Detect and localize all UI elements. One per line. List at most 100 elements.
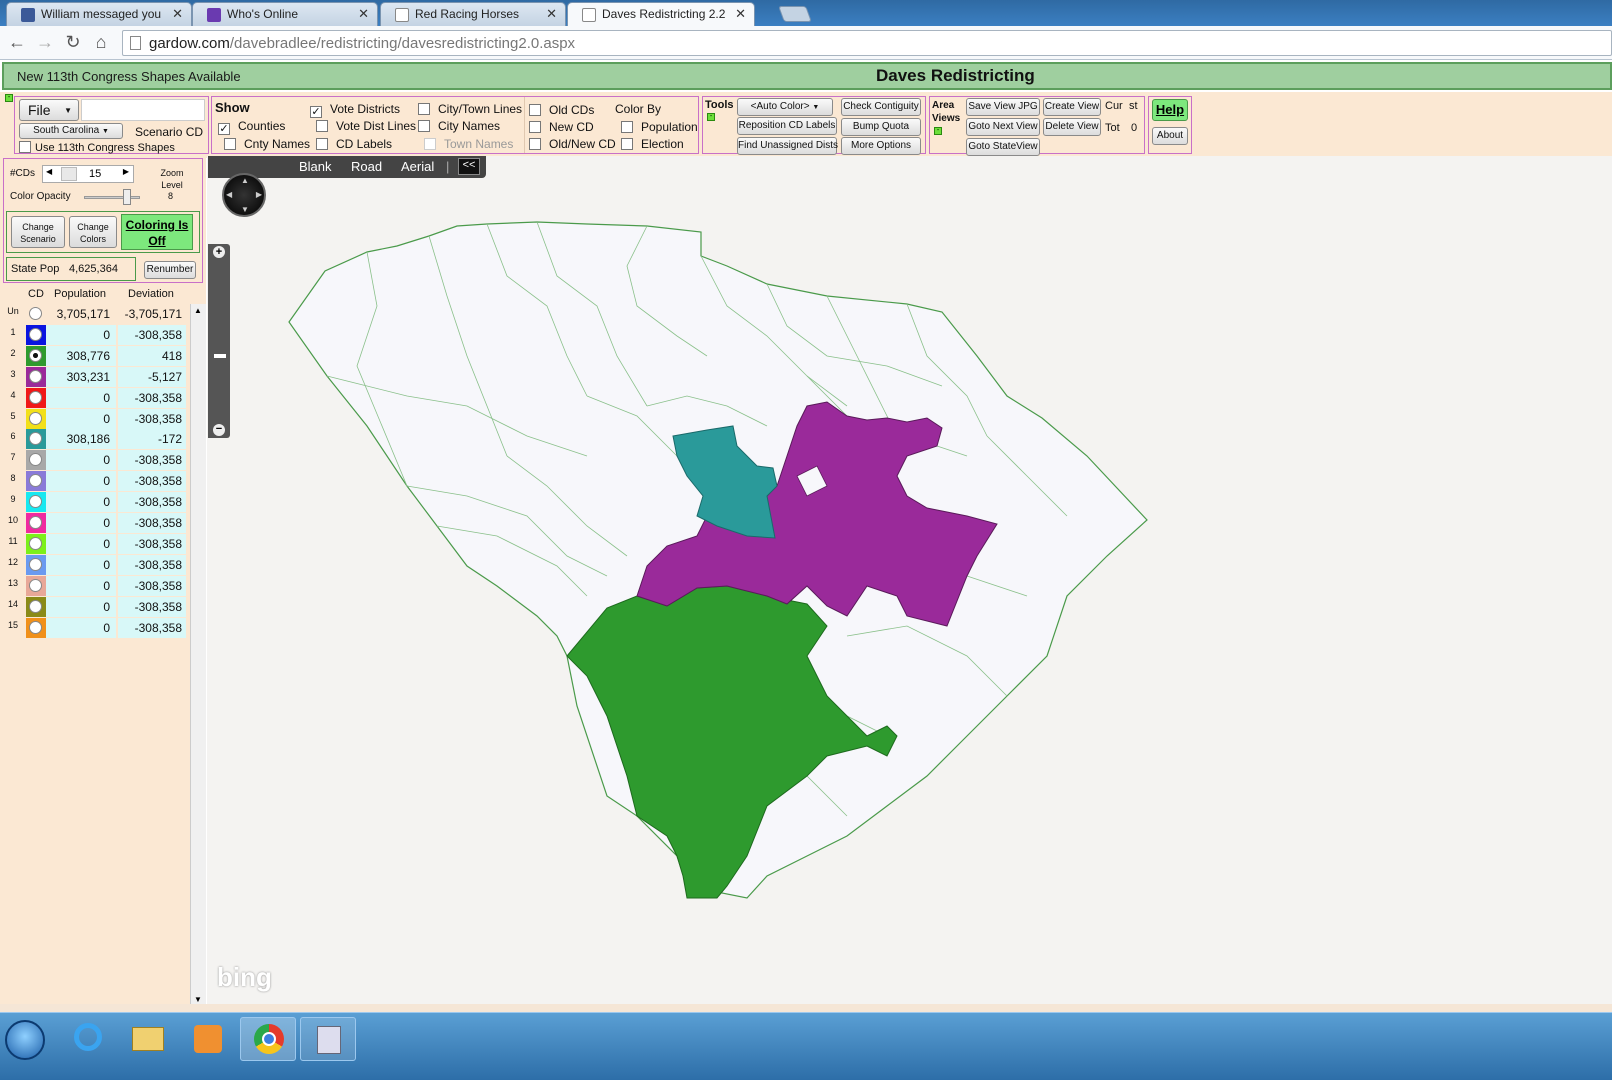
district-row[interactable]: Un 3,705,171 -3,705,171 [0,304,188,325]
media-player-icon[interactable] [180,1017,236,1061]
district-row[interactable]: 8 0 -308,358 [0,471,188,492]
table-scrollbar[interactable]: ▲ ▼ [190,304,206,1006]
pan-up-icon[interactable]: ▲ [241,176,249,185]
file-name-field[interactable] [81,99,205,121]
auto-color-select[interactable]: <Auto Color> ▼ [737,98,833,116]
district-color-swatch[interactable] [26,324,46,345]
file-explorer-icon[interactable] [120,1017,176,1061]
help-button[interactable]: Help [1152,99,1188,121]
file-menu-button[interactable]: File ▼ [19,99,79,121]
district-color-swatch[interactable] [26,304,46,324]
district-color-swatch[interactable] [26,408,46,429]
district-radio[interactable] [29,620,42,634]
district-color-swatch[interactable] [26,492,46,513]
save-view-jpg-button[interactable]: Save View JPG [966,98,1040,116]
district-radio[interactable] [29,578,42,592]
scroll-up-icon[interactable]: ▲ [194,306,202,315]
coloring-toggle[interactable]: Coloring Is Off [121,214,193,250]
start-button[interactable] [5,1020,45,1060]
district-color-swatch[interactable] [26,429,46,450]
election-checkbox[interactable]: Election [621,137,684,151]
decrement-arrow-icon[interactable]: ◀ [46,167,52,176]
district-row[interactable]: 13 0 -308,358 [0,575,188,597]
vote-districts-checkbox[interactable]: ✓ Vote Districts [310,102,400,118]
close-tab-icon[interactable]: ✕ [172,6,183,22]
chrome-icon[interactable] [240,1017,296,1061]
district-radio[interactable] [29,495,42,509]
scroll-down-icon[interactable]: ▼ [194,995,202,1004]
city-names-checkbox[interactable]: City Names [418,119,500,133]
district-row[interactable]: 1 0 -308,358 [0,324,188,346]
goto-next-view-button[interactable]: Goto Next View [966,118,1040,136]
increment-arrow-icon[interactable]: ▶ [123,167,129,176]
map-type-road[interactable]: Road [351,159,382,174]
forward-arrow-icon[interactable]: → [34,32,56,53]
district-row[interactable]: 7 0 -308,358 [0,450,188,471]
old-new-cd-checkbox[interactable]: Old/New CD [529,137,616,151]
tab-red-racing-horses[interactable]: Red Racing Horses ✕ [380,2,566,26]
district-row[interactable]: 3 303,231 -5,127 [0,366,188,388]
district-color-swatch[interactable] [26,575,46,596]
district-radio[interactable] [29,369,42,383]
district-radio[interactable] [29,474,42,488]
district-color-swatch[interactable] [26,366,46,387]
zoom-slider[interactable]: + − [208,244,230,438]
district-color-swatch[interactable] [26,617,46,638]
zoom-in-icon[interactable]: + [213,246,225,258]
new-tab-button[interactable] [778,6,812,22]
color-opacity-slider[interactable] [84,189,140,205]
tab-whos-online[interactable]: Who's Online ✕ [192,2,378,26]
vote-dist-lines-checkbox[interactable]: Vote Dist Lines [316,119,416,133]
reload-icon[interactable]: ↻ [62,32,84,53]
district-row[interactable]: 12 0 -308,358 [0,554,188,576]
tab-daves-redistricting[interactable]: Daves Redistricting 2.2 ✕ [567,2,755,26]
num-cds-stepper[interactable]: ◀ 15 ▶ [42,165,134,183]
views-toggle[interactable]: - [934,127,942,135]
back-arrow-icon[interactable]: ← [6,32,28,53]
close-tab-icon[interactable]: ✕ [358,6,369,22]
use-113th-checkbox[interactable]: Use 113th Congress Shapes [19,141,175,154]
pan-down-icon[interactable]: ▼ [241,205,249,214]
old-cds-checkbox[interactable]: Old CDs [529,103,594,117]
district-radio[interactable] [29,432,42,446]
district-color-swatch[interactable] [26,554,46,575]
page-horizontal-scrollbar[interactable] [0,1004,1612,1012]
district-row[interactable]: 9 0 -308,358 [0,492,188,513]
district-radio[interactable] [29,557,42,571]
district-row[interactable]: 11 0 -308,358 [0,533,188,555]
renumber-button[interactable]: Renumber [144,261,196,279]
slider-thumb[interactable] [123,189,131,205]
district-row[interactable]: 4 0 -308,358 [0,387,188,409]
city-town-lines-checkbox[interactable]: City/Town Lines [418,102,522,116]
about-button[interactable]: About [1152,127,1188,145]
stepper-thumb[interactable] [61,167,77,181]
change-colors-button[interactable]: Change Colors [69,216,117,248]
district-color-swatch[interactable] [26,533,46,554]
close-tab-icon[interactable]: ✕ [546,6,557,22]
find-unassigned-button[interactable]: Find Unassigned Dists [737,137,838,155]
district-row[interactable]: 10 0 -308,358 [0,513,188,534]
south-carolina-map[interactable] [207,156,1612,1008]
district-radio[interactable] [29,516,42,529]
district-radio[interactable] [29,307,42,320]
district-color-swatch[interactable] [26,596,46,617]
district-radio[interactable] [29,327,42,341]
pan-left-icon[interactable]: ◀ [226,190,232,199]
internet-explorer-icon[interactable] [60,1017,116,1061]
district-row[interactable]: 6 308,186 -172 [0,429,188,450]
shapes-notice[interactable]: New 113th Congress Shapes Available [17,69,241,84]
district-row[interactable]: 15 0 -308,358 [0,617,188,639]
address-bar[interactable]: gardow.com/davebradlee/redistricting/dav… [122,30,1612,56]
district-radio[interactable] [29,536,42,550]
cnty-names-checkbox[interactable]: Cnty Names [224,137,310,151]
pan-right-icon[interactable]: ▶ [256,190,262,199]
district-color-swatch[interactable] [26,345,46,366]
map-type-blank[interactable]: Blank [299,159,332,174]
district-color-swatch[interactable] [26,450,46,471]
counties-checkbox[interactable]: ✓ Counties [218,119,285,135]
district-radio[interactable] [29,599,42,613]
district-row[interactable]: 5 0 -308,358 [0,408,188,430]
zoom-out-icon[interactable]: − [213,424,225,436]
delete-view-button[interactable]: Delete View [1043,118,1101,136]
district-color-swatch[interactable] [26,471,46,492]
